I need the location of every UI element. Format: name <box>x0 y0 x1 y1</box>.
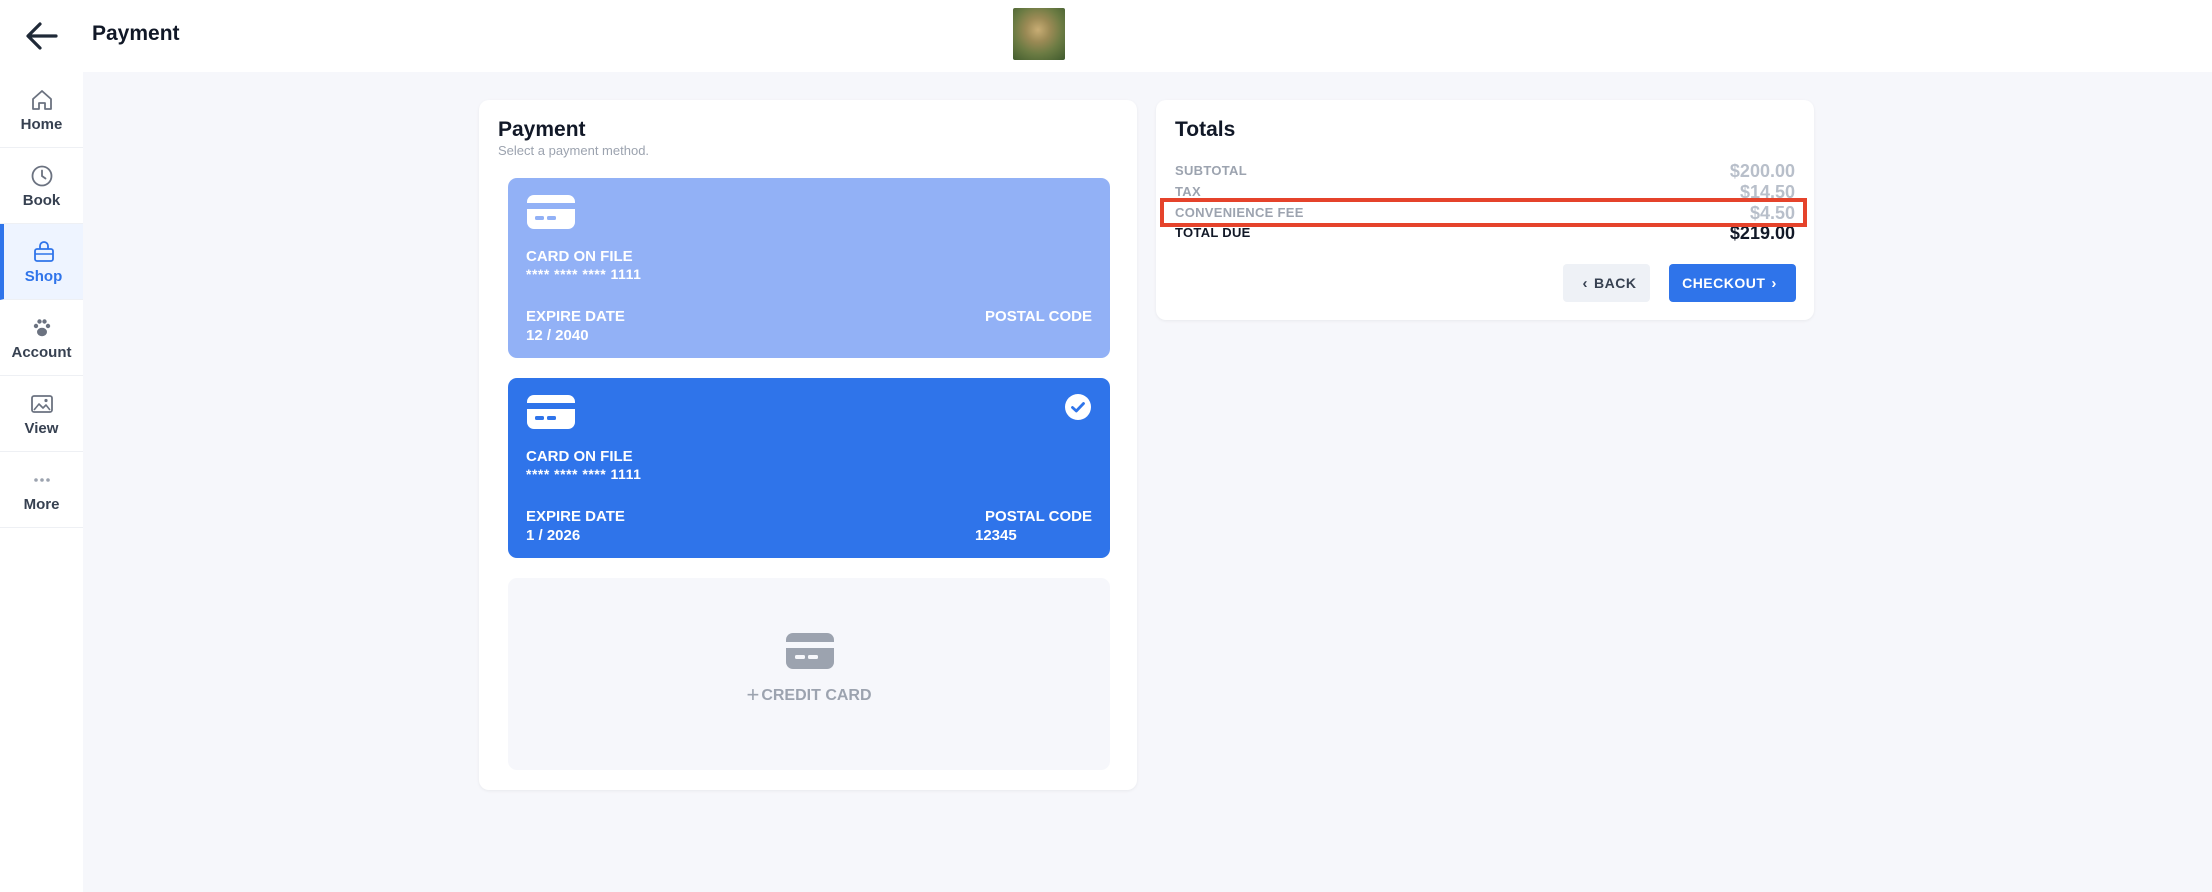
card-label: CARD ON FILE <box>526 248 633 265</box>
more-dots-icon <box>33 477 50 482</box>
postal-code-value: 12345 <box>975 527 1017 544</box>
back-button-label: BACK <box>1594 275 1637 291</box>
saved-card-option-selected[interactable]: CARD ON FILE **** **** **** 1111 EXPIRE … <box>508 378 1110 558</box>
sidebar-item-label: Book <box>22 191 61 209</box>
payment-title: Payment <box>498 118 586 141</box>
card-label: CARD ON FILE <box>526 448 633 465</box>
sidebar-item-home[interactable]: Home <box>0 72 83 148</box>
credit-card-icon <box>527 395 575 429</box>
clock-icon <box>31 165 52 186</box>
total-due-label: TOTAL DUE <box>1175 225 1251 240</box>
expire-date-label: EXPIRE DATE <box>526 308 625 325</box>
sidebar-item-label: View <box>24 419 59 437</box>
subtotal-value: $200.00 <box>1729 161 1795 181</box>
sidebar-item-more[interactable]: More <box>0 452 83 528</box>
credit-card-icon <box>786 633 834 669</box>
expire-date-label: EXPIRE DATE <box>526 508 625 525</box>
sidebar-item-label: More <box>23 495 60 513</box>
expire-date-value: 1 / 2026 <box>526 527 581 544</box>
total-due-row: TOTAL DUE $219.00 <box>1175 223 1795 245</box>
checkout-button[interactable]: CHECKOUT › <box>1669 264 1796 302</box>
top-bar: Payment <box>0 0 2212 72</box>
sidebar-item-account[interactable]: Account <box>0 300 83 376</box>
checkout-button-label: CHECKOUT <box>1682 275 1766 291</box>
back-arrow-icon[interactable] <box>22 18 62 54</box>
totals-title: Totals <box>1175 118 1236 141</box>
sidebar-item-book[interactable]: Book <box>0 148 83 224</box>
add-card-text: CREDIT CARD <box>761 687 872 704</box>
credit-card-icon <box>527 195 575 229</box>
tax-label: TAX <box>1175 184 1201 199</box>
saved-card-option[interactable]: CARD ON FILE **** **** **** 1111 EXPIRE … <box>508 178 1110 358</box>
postal-code-label: POSTAL CODE <box>985 308 1092 325</box>
chevron-right-icon: › <box>1771 274 1777 292</box>
plus-icon: + <box>746 682 760 707</box>
sidebar-item-shop[interactable]: Shop <box>0 224 83 300</box>
payment-panel: Payment Select a payment method. CARD ON… <box>479 100 1137 790</box>
card-number: **** **** **** 1111 <box>526 266 642 282</box>
check-circle-icon <box>1065 394 1091 420</box>
back-button[interactable]: ‹ BACK <box>1563 264 1650 302</box>
page-title: Payment <box>92 22 180 45</box>
payment-subtitle: Select a payment method. <box>498 143 650 158</box>
shop-bag-icon <box>33 240 54 262</box>
totals-panel: Totals SUBTOTAL $200.00 TAX $14.50 CONVE… <box>1156 100 1814 320</box>
add-credit-card-button[interactable]: + CREDIT CARD <box>508 578 1110 770</box>
home-icon <box>31 89 52 110</box>
chevron-left-icon: ‹ <box>1582 274 1589 292</box>
postal-code-label: POSTAL CODE <box>985 508 1092 525</box>
image-icon <box>30 394 53 413</box>
subtotal-row: SUBTOTAL $200.00 <box>1175 161 1795 183</box>
paw-icon <box>33 318 50 336</box>
sidebar-item-label: Account <box>11 343 72 361</box>
sidebar: Home Book Shop Account View More <box>0 72 83 892</box>
card-number: **** **** **** 1111 <box>526 466 642 482</box>
sidebar-item-label: Shop <box>24 267 63 285</box>
subtotal-label: SUBTOTAL <box>1175 163 1247 178</box>
highlight-annotation-box <box>1160 198 1807 227</box>
sidebar-item-label: Home <box>20 115 63 133</box>
add-card-label: + CREDIT CARD <box>508 682 1110 708</box>
sidebar-item-view[interactable]: View <box>0 376 83 452</box>
expire-date-value: 12 / 2040 <box>526 327 589 344</box>
pet-avatar[interactable] <box>1013 8 1065 60</box>
